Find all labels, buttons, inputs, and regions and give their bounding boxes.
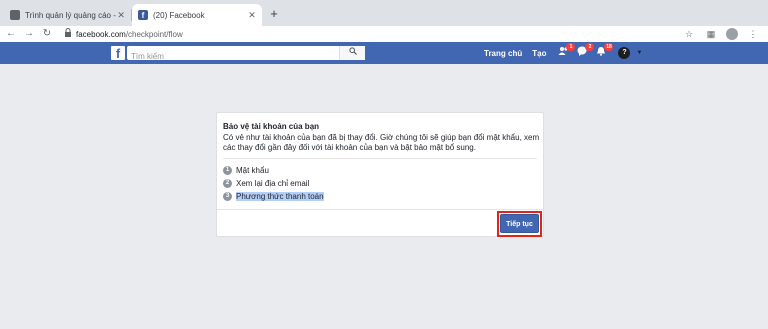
step-password: 1 Mật khẩu: [223, 164, 324, 177]
account-menu-caret-icon[interactable]: ▼: [636, 50, 642, 56]
divider: [223, 158, 537, 159]
help-icon[interactable]: ?: [618, 47, 631, 59]
url-path: /checkpoint/flow: [125, 29, 183, 39]
facebook-nav: Trang chủ Tạo 1 2 18 ? ▼: [484, 42, 642, 64]
browser-toolbar: ← → ↻ facebook.com/checkpoint/flow ☆ ▦ ⋮: [0, 26, 768, 42]
messages-badge: 2: [585, 43, 595, 51]
search-icon[interactable]: [339, 46, 365, 60]
profile-avatar[interactable]: [726, 28, 738, 40]
tab-ads-manager[interactable]: Trình quản lý quảng cáo - Quản ✕: [4, 4, 130, 26]
address-bar[interactable]: facebook.com/checkpoint/flow: [76, 30, 183, 39]
step-payment: 3 Phương thức thanh toán: [223, 190, 324, 203]
step-email: 2 Xem lại địa chỉ email: [223, 177, 324, 190]
step-number: 3: [223, 192, 232, 201]
step-label: Mật khẩu: [236, 166, 269, 175]
search-input[interactable]: [127, 49, 337, 64]
checkpoint-card: Bảo vệ tài khoản của bạn Có vẻ như tài k…: [216, 112, 544, 237]
star-icon[interactable]: ☆: [682, 27, 696, 41]
toolbar-right: ☆ ▦ ⋮: [682, 27, 760, 41]
nav-create-link[interactable]: Tạo: [532, 49, 546, 58]
new-tab-button[interactable]: +: [266, 6, 282, 22]
ads-manager-favicon-icon: [10, 10, 20, 20]
facebook-header: f Trang chủ Tạo 1 2 18 ? ▼: [0, 42, 768, 64]
lock-icon[interactable]: [62, 28, 74, 40]
tab-facebook[interactable]: f (20) Facebook ✕: [132, 4, 262, 26]
step-number: 2: [223, 179, 232, 188]
extension-icon[interactable]: ▦: [704, 27, 718, 41]
notifications-bell-icon[interactable]: 18: [594, 43, 614, 60]
steps-list: 1 Mật khẩu 2 Xem lại địa chỉ email 3 Phư…: [223, 164, 324, 203]
facebook-logo[interactable]: f: [111, 46, 125, 61]
friend-requests-icon[interactable]: 1: [556, 43, 576, 60]
step-label: Xem lại địa chỉ email: [236, 179, 310, 188]
menu-icon[interactable]: ⋮: [746, 27, 760, 41]
close-tab-icon[interactable]: ✕: [246, 10, 258, 21]
step-number: 1: [223, 166, 232, 175]
notifications-badge: 18: [604, 43, 614, 51]
back-icon[interactable]: ←: [4, 27, 18, 41]
continue-button[interactable]: Tiếp tục: [500, 214, 539, 233]
messenger-icon[interactable]: 2: [575, 43, 595, 60]
step-label: Phương thức thanh toán: [236, 192, 324, 201]
close-tab-icon[interactable]: ✕: [116, 10, 126, 21]
tab-title: (20) Facebook: [153, 10, 205, 20]
card-title: Bảo vệ tài khoản của bạn: [223, 122, 320, 131]
search-box: [127, 46, 365, 64]
card-footer: [217, 209, 543, 236]
url-domain: facebook.com: [76, 29, 126, 39]
facebook-favicon-icon: f: [138, 10, 148, 20]
card-description: Có vẻ như tài khoản của bạn đã bị thay đ…: [223, 133, 540, 152]
forward-icon[interactable]: →: [22, 27, 36, 41]
friend-requests-badge: 1: [566, 43, 576, 51]
nav-home-link[interactable]: Trang chủ: [484, 49, 522, 58]
tab-title: Trình quản lý quảng cáo - Quản: [25, 10, 116, 20]
browser-tab-strip: Trình quản lý quảng cáo - Quản ✕ f (20) …: [0, 0, 768, 26]
reload-icon[interactable]: ↻: [40, 27, 54, 41]
